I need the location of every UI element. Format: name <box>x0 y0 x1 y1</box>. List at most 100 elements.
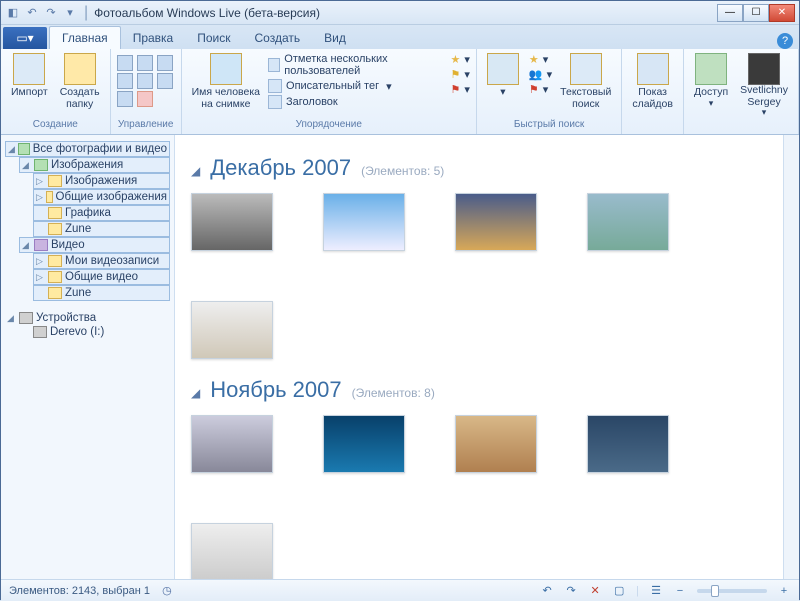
folder-icon <box>48 175 62 187</box>
group-header[interactable]: ◢ Декабрь 2007 (Элементов: 5) <box>191 155 767 181</box>
sidebar: ◢Все фотографии и видео ◢Изображения ▷Из… <box>1 135 175 579</box>
zoom-out-icon[interactable]: − <box>673 584 687 598</box>
star-icon: ★ <box>451 53 461 66</box>
flag-icon: ⚑ <box>529 83 539 96</box>
undo-icon[interactable]: ↶ <box>24 5 40 21</box>
tree-my-video[interactable]: ▷Мои видеозаписи <box>33 253 170 269</box>
quickfind-star-button[interactable]: ★▾ <box>529 53 552 66</box>
video-icon <box>34 239 48 251</box>
redo-icon[interactable]: ↷ <box>43 5 59 21</box>
ribbon: Импорт Создать папку Создание Управление <box>1 49 799 135</box>
title-button[interactable]: Заголовок <box>268 95 441 109</box>
descriptive-tag-button[interactable]: Описательный тег ▾ <box>268 79 441 93</box>
details-view-icon[interactable]: ☰ <box>649 584 663 598</box>
slideshow-button[interactable]: Показ слайдов <box>628 51 677 112</box>
tree-all-photos[interactable]: ◢Все фотографии и видео <box>5 141 170 157</box>
tree-zune1[interactable]: Zune <box>33 221 170 237</box>
import-icon <box>13 53 45 85</box>
text-search-button[interactable]: Текстовый поиск <box>556 51 615 112</box>
group-label-manage: Управление <box>117 119 175 132</box>
select-all-icon[interactable] <box>117 55 133 71</box>
star-icon: ★ <box>529 53 539 66</box>
rename-icon[interactable] <box>117 91 133 107</box>
person-silhouette-icon <box>487 53 519 85</box>
ribbon-tabs: ▭▾ Главная Правка Поиск Создать Вид ? <box>1 25 799 49</box>
flag-icon: ⚑ <box>451 68 461 81</box>
tree-derevo[interactable]: Derevo (I:) <box>19 325 170 339</box>
collapse-icon[interactable]: ◢ <box>191 164 200 178</box>
quickfind-people-button[interactable]: 👥▾ <box>529 68 552 81</box>
group-count: (Элементов: 5) <box>361 164 444 178</box>
tree-public-images[interactable]: ▷Общие изображения <box>33 189 170 205</box>
paste-icon[interactable] <box>137 73 153 89</box>
account-button[interactable]: Svetlichny Sergey▾ <box>736 51 792 120</box>
tree-graphics[interactable]: Графика <box>33 205 170 221</box>
folder-icon <box>48 255 62 267</box>
tree-images-sub[interactable]: ▷Изображения <box>33 173 170 189</box>
statusbar: Элементов: 2143, выбран 1 ◷ ↶ ↷ ✕ ▢ | ☰ … <box>1 579 799 601</box>
maximize-button[interactable]: ☐ <box>743 4 769 22</box>
app-icon[interactable]: ◧ <box>5 5 21 21</box>
thumbnail[interactable] <box>455 193 537 251</box>
tree-public-video[interactable]: ▷Общие видео <box>33 269 170 285</box>
tree-images[interactable]: ◢Изображения <box>19 157 170 173</box>
group-label-organize: Упорядочение <box>188 119 470 132</box>
quickfind-flag-button[interactable]: ⚑▾ <box>529 83 552 96</box>
thumbnail[interactable] <box>191 415 273 473</box>
tree-zune2[interactable]: Zune <box>33 285 170 301</box>
pictures-icon <box>34 159 48 171</box>
resize-icon[interactable] <box>157 73 173 89</box>
thumbnail[interactable] <box>323 193 405 251</box>
tag-multi-users-button[interactable]: Отметка нескольких пользователей <box>268 53 441 77</box>
tab-home[interactable]: Главная <box>49 26 121 49</box>
help-icon[interactable]: ? <box>777 33 793 49</box>
folder-icon <box>48 287 62 299</box>
collapse-icon[interactable]: ◢ <box>191 386 200 400</box>
tab-find[interactable]: Поиск <box>185 27 242 49</box>
minimize-button[interactable]: — <box>717 4 743 22</box>
thumbnail[interactable] <box>587 193 669 251</box>
group-title: Декабрь 2007 <box>210 155 351 181</box>
rotate-left-icon[interactable] <box>137 55 153 71</box>
group-header[interactable]: ◢ Ноябрь 2007 (Элементов: 8) <box>191 377 767 403</box>
slideshow-icon[interactable]: ▢ <box>612 584 626 598</box>
thumbnail[interactable] <box>191 523 273 579</box>
zoom-slider[interactable] <box>697 589 767 593</box>
thumbnail[interactable] <box>323 415 405 473</box>
tree-video[interactable]: ◢Видео <box>19 237 170 253</box>
titlebar: ◧ ↶ ↷ ▾ | Фотоальбом Windows Live (бета-… <box>1 1 799 25</box>
quick-access-toolbar: ◧ ↶ ↷ ▾ <box>5 5 78 21</box>
thumbnail-area: ◢ Декабрь 2007 (Элементов: 5) ◢ Ноябрь 2… <box>175 135 783 579</box>
star-filter-button[interactable]: ★▾ <box>451 53 470 66</box>
tag-person-button[interactable]: Имя человека на снимке <box>188 51 264 112</box>
close-button[interactable]: ✕ <box>769 4 795 22</box>
scrollbar[interactable] <box>783 135 799 579</box>
access-button[interactable]: Доступ▾ <box>690 51 732 110</box>
copy-icon[interactable] <box>117 73 133 89</box>
file-menu-button[interactable]: ▭▾ <box>3 27 47 49</box>
thumbnail[interactable] <box>191 301 273 359</box>
flag-red-button[interactable]: ⚑▾ <box>451 83 470 96</box>
zoom-in-icon[interactable]: + <box>777 584 791 598</box>
qat-more-icon[interactable]: ▾ <box>62 5 78 21</box>
quickfind-person-button[interactable]: ▾ <box>483 51 523 101</box>
tag-icon <box>268 79 282 93</box>
group-title: Ноябрь 2007 <box>210 377 341 403</box>
delete-icon[interactable] <box>137 91 153 107</box>
new-folder-button[interactable]: Создать папку <box>56 51 104 112</box>
tree-devices[interactable]: ◢Устройства <box>5 311 170 325</box>
tab-edit[interactable]: Правка <box>121 27 186 49</box>
rotate-right-icon[interactable]: ↷ <box>564 584 578 598</box>
thumbnail[interactable] <box>191 193 273 251</box>
thumbnail[interactable] <box>587 415 669 473</box>
tab-create[interactable]: Создать <box>243 27 313 49</box>
tab-view[interactable]: Вид <box>312 27 358 49</box>
flag-yellow-button[interactable]: ⚑▾ <box>451 68 470 81</box>
folder-icon <box>64 53 96 85</box>
import-button[interactable]: Импорт <box>7 51 52 101</box>
rotate-right-icon[interactable] <box>157 55 173 71</box>
rotate-left-icon[interactable]: ↶ <box>540 584 554 598</box>
folder-icon <box>48 223 62 235</box>
thumbnail[interactable] <box>455 415 537 473</box>
delete-icon[interactable]: ✕ <box>588 584 602 598</box>
